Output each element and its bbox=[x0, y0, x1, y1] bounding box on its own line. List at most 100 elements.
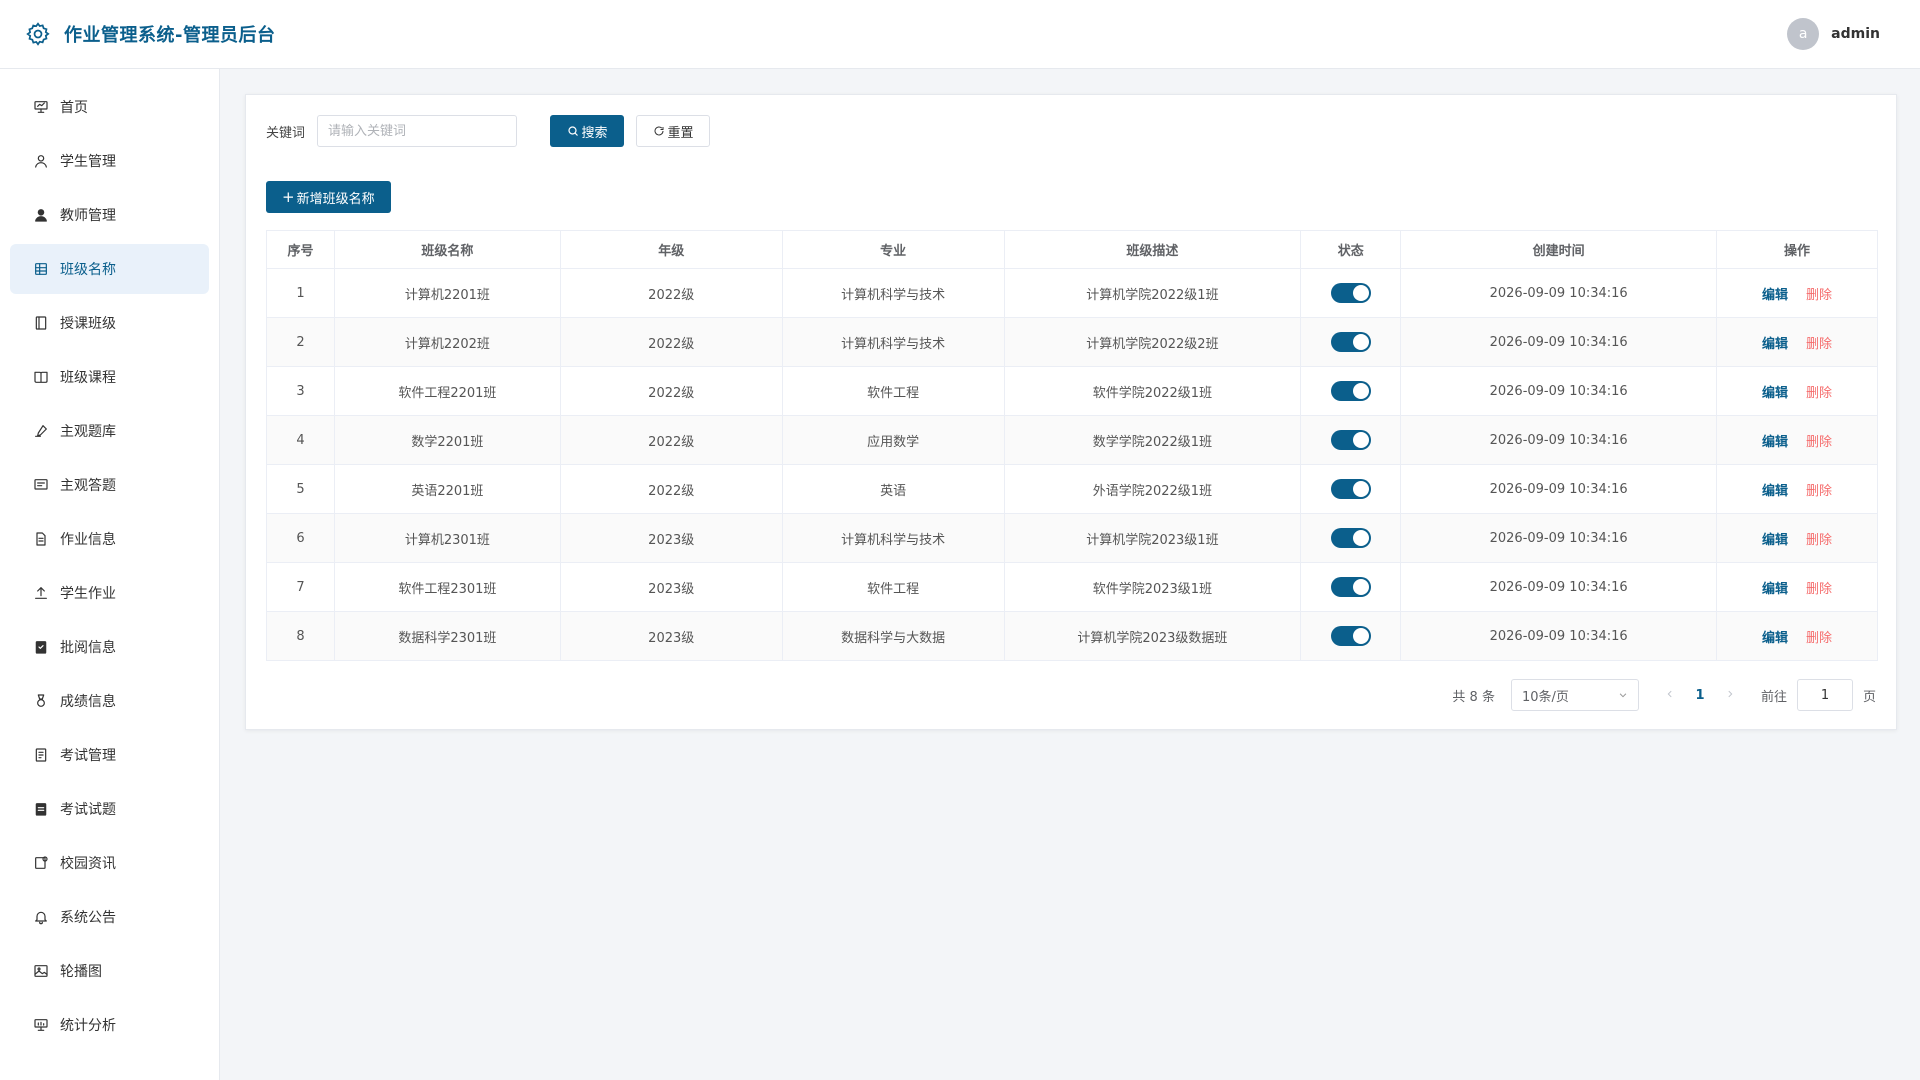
sidebar-item-9[interactable]: 学生作业 bbox=[10, 568, 209, 618]
cell-no: 3 bbox=[266, 366, 335, 416]
cell-grade: 2023级 bbox=[559, 562, 783, 612]
chevron-left-icon bbox=[1665, 689, 1675, 699]
status-toggle[interactable] bbox=[1330, 479, 1371, 499]
sidebar-item-label: 批阅信息 bbox=[60, 640, 116, 656]
delete-button[interactable]: 删除 bbox=[1806, 533, 1832, 548]
avatar[interactable]: a bbox=[1787, 18, 1820, 50]
main-panel: 关键词 搜索 重置 + 新增班级名称 序号班级名称年级专业班级描述状态创建时间操… bbox=[245, 94, 1897, 730]
delete-button[interactable]: 删除 bbox=[1806, 386, 1832, 401]
edit-button[interactable]: 编辑 bbox=[1762, 582, 1788, 597]
sidebar-item-label: 学生管理 bbox=[60, 154, 116, 170]
delete-button[interactable]: 删除 bbox=[1806, 337, 1832, 352]
sidebar-item-16[interactable]: 轮播图 bbox=[10, 946, 209, 996]
search-icon bbox=[567, 125, 579, 137]
delete-button[interactable]: 删除 bbox=[1806, 288, 1832, 303]
sidebar-item-5[interactable]: 班级课程 bbox=[10, 352, 209, 402]
sidebar-item-11[interactable]: 成绩信息 bbox=[10, 676, 209, 726]
status-toggle[interactable] bbox=[1330, 332, 1371, 352]
medal-icon bbox=[32, 692, 50, 710]
delete-button[interactable]: 删除 bbox=[1806, 435, 1832, 450]
edit-button[interactable]: 编辑 bbox=[1762, 435, 1788, 450]
table-row: 8 数据科学2301班 2023级 数据科学与大数据 计算机学院2023级数据班 2026… bbox=[266, 611, 1878, 661]
status-toggle[interactable] bbox=[1330, 528, 1371, 548]
sidebar-item-label: 作业信息 bbox=[60, 532, 116, 548]
table-row: 1 计算机2201班 2022级 计算机科学与技术 计算机学院2022级1班 2026-0… bbox=[266, 268, 1878, 318]
page-number-current[interactable]: 1 bbox=[1685, 688, 1715, 703]
cell-actions: 编辑 删除 bbox=[1716, 562, 1878, 612]
delete-button[interactable]: 删除 bbox=[1806, 484, 1832, 499]
cell-major: 数据科学与大数据 bbox=[781, 611, 1005, 661]
reset-button[interactable]: 重置 bbox=[636, 115, 711, 147]
status-toggle[interactable] bbox=[1330, 283, 1371, 303]
cell-name: 软件工程2201班 bbox=[333, 366, 561, 416]
status-toggle[interactable] bbox=[1330, 577, 1371, 597]
sidebar-item-13[interactable]: 考试试题 bbox=[10, 784, 209, 834]
cell-desc: 外语学院2022级1班 bbox=[1003, 464, 1302, 514]
status-toggle[interactable] bbox=[1330, 626, 1371, 646]
sidebar-item-7[interactable]: 主观答题 bbox=[10, 460, 209, 510]
edit-button[interactable]: 编辑 bbox=[1762, 288, 1788, 303]
goto-page-input[interactable] bbox=[1796, 679, 1853, 711]
sidebar-item-17[interactable]: 统计分析 bbox=[10, 1000, 209, 1050]
chat-icon bbox=[32, 476, 50, 494]
edit-button[interactable]: 编辑 bbox=[1762, 386, 1788, 401]
prev-page-button[interactable] bbox=[1655, 688, 1685, 703]
cell-major: 计算机科学与技术 bbox=[781, 513, 1005, 563]
search-button[interactable]: 搜索 bbox=[550, 115, 625, 147]
status-toggle[interactable] bbox=[1330, 381, 1371, 401]
cell-actions: 编辑 删除 bbox=[1716, 268, 1878, 318]
username[interactable]: admin bbox=[1831, 26, 1880, 42]
sidebar-item-0[interactable]: 首页 bbox=[10, 82, 209, 132]
delete-button[interactable]: 删除 bbox=[1806, 582, 1832, 597]
column-header: 序号 bbox=[266, 230, 335, 269]
user-icon bbox=[32, 152, 50, 170]
column-header: 年级 bbox=[559, 230, 783, 269]
checked-clipboard-icon bbox=[32, 638, 50, 656]
edit-button[interactable]: 编辑 bbox=[1762, 533, 1788, 548]
sidebar-item-14[interactable]: 校园资讯 bbox=[10, 838, 209, 888]
sidebar-item-label: 授课班级 bbox=[60, 316, 116, 332]
sidebar-item-15[interactable]: 系统公告 bbox=[10, 892, 209, 942]
keyword-label: 关键词 bbox=[266, 125, 306, 141]
sidebar-item-label: 主观题库 bbox=[60, 424, 116, 440]
edit-button[interactable]: 编辑 bbox=[1762, 484, 1788, 499]
edit-pen-icon bbox=[32, 422, 50, 440]
column-header: 班级描述 bbox=[1003, 230, 1302, 269]
cell-desc: 计算机学院2023级1班 bbox=[1003, 513, 1302, 563]
user-menu[interactable]: a admin bbox=[1787, 18, 1880, 50]
column-header: 专业 bbox=[781, 230, 1005, 269]
cell-created: 2026-09-09 10:34:16 bbox=[1400, 611, 1718, 661]
add-class-button[interactable]: + 新增班级名称 bbox=[266, 181, 391, 213]
sidebar-item-label: 系统公告 bbox=[60, 910, 116, 926]
keyword-input[interactable] bbox=[317, 115, 518, 147]
cell-name: 计算机2202班 bbox=[333, 317, 561, 367]
sidebar-item-3[interactable]: 班级名称 bbox=[10, 244, 209, 294]
sidebar-item-10[interactable]: 批阅信息 bbox=[10, 622, 209, 672]
status-toggle[interactable] bbox=[1330, 430, 1371, 450]
app-title: 作业管理系统-管理员后台 bbox=[64, 25, 276, 46]
delete-button[interactable]: 删除 bbox=[1806, 631, 1832, 646]
sidebar-item-8[interactable]: 作业信息 bbox=[10, 514, 209, 564]
column-header: 状态 bbox=[1300, 230, 1402, 269]
sidebar-item-1[interactable]: 学生管理 bbox=[10, 136, 209, 186]
cell-no: 4 bbox=[266, 415, 335, 465]
edit-button[interactable]: 编辑 bbox=[1762, 631, 1788, 646]
sidebar-item-6[interactable]: 主观题库 bbox=[10, 406, 209, 456]
next-page-button[interactable] bbox=[1715, 688, 1745, 703]
sidebar-item-label: 班级名称 bbox=[60, 262, 116, 278]
cell-grade: 2022级 bbox=[559, 268, 783, 318]
chevron-down-icon bbox=[1618, 690, 1628, 700]
cell-created: 2026-09-09 10:34:16 bbox=[1400, 366, 1718, 416]
tickets-icon bbox=[32, 746, 50, 764]
sidebar-item-2[interactable]: 教师管理 bbox=[10, 190, 209, 240]
add-class-button-label: 新增班级名称 bbox=[296, 191, 375, 207]
clipboard-list-icon bbox=[32, 800, 50, 818]
goto-prefix: 前往 bbox=[1760, 689, 1787, 705]
page-size-select[interactable]: 10条/页 bbox=[1510, 679, 1639, 711]
edit-button[interactable]: 编辑 bbox=[1762, 337, 1788, 352]
pagination: 共 8 条 10条/页 1 前往 页 bbox=[1452, 679, 1876, 711]
cell-status bbox=[1300, 415, 1402, 465]
sidebar-item-12[interactable]: 考试管理 bbox=[10, 730, 209, 780]
cell-actions: 编辑 删除 bbox=[1716, 611, 1878, 661]
sidebar-item-4[interactable]: 授课班级 bbox=[10, 298, 209, 348]
